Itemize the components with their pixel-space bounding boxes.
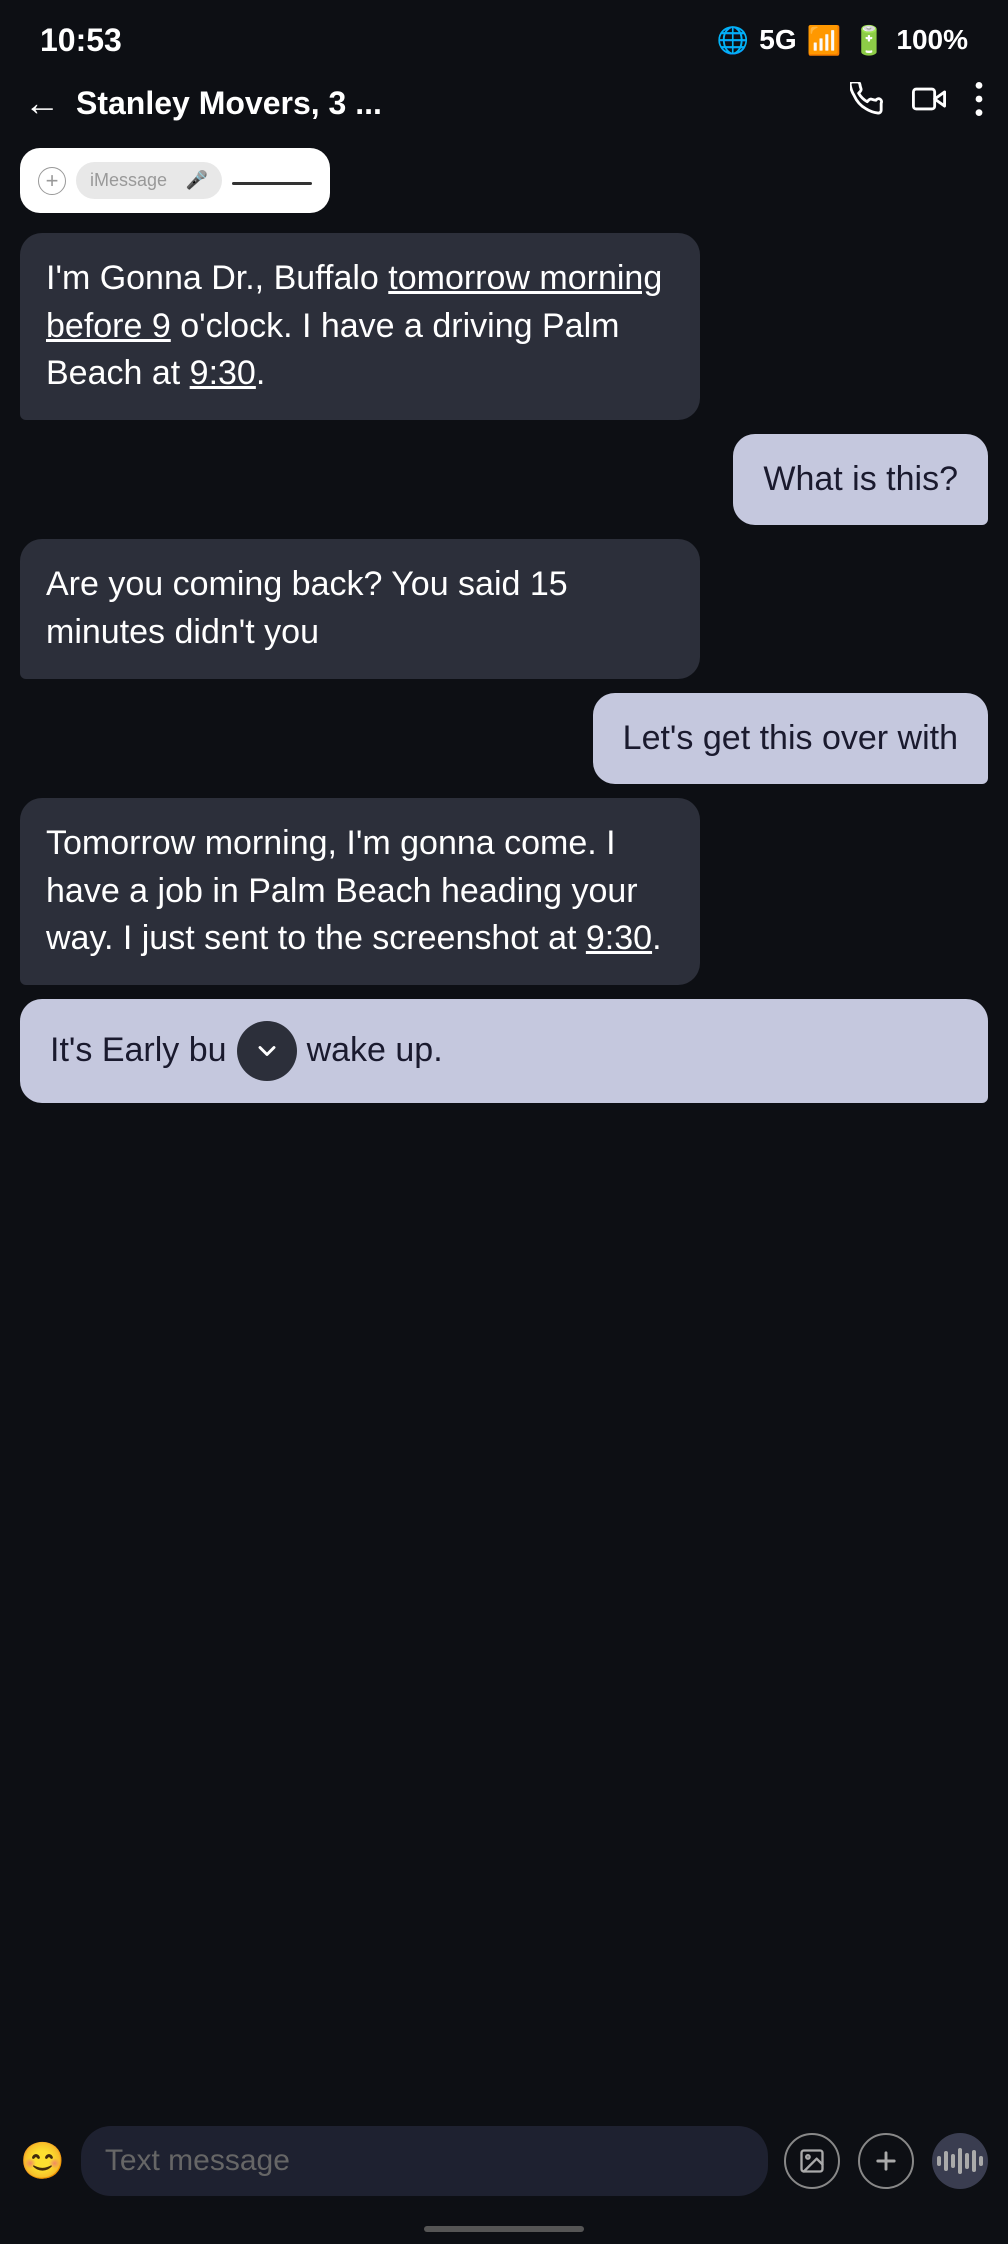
- status-time: 10:53: [40, 22, 122, 59]
- imessage-plus-icon[interactable]: +: [38, 167, 66, 195]
- messages-container: + iMessage 🎤 I'm Gonna Dr., Buffalo tomo…: [0, 138, 1008, 1263]
- text-input-placeholder: Text message: [105, 2144, 290, 2178]
- imessage-underline: [232, 182, 312, 185]
- text-input-field[interactable]: Text message: [81, 2126, 768, 2196]
- back-button[interactable]: ←: [24, 82, 60, 124]
- imessage-input-overlay: + iMessage 🎤: [20, 148, 330, 213]
- message-received-3: Tomorrow morning, I'm gonna come. I have…: [20, 798, 700, 985]
- voice-button[interactable]: [932, 2133, 988, 2189]
- imessage-mic-icon[interactable]: 🎤: [186, 170, 208, 191]
- scroll-down-button[interactable]: [237, 1021, 297, 1081]
- chat-title: Stanley Movers, 3 ...: [76, 85, 834, 122]
- battery-icon: 🔋: [852, 24, 887, 57]
- imessage-placeholder: iMessage: [90, 170, 167, 191]
- network-label: 5G: [759, 24, 796, 56]
- home-indicator: [424, 2226, 584, 2232]
- add-button[interactable]: [858, 2133, 914, 2189]
- battery-label: 100%: [896, 24, 968, 56]
- video-icon[interactable]: [912, 82, 946, 124]
- header-actions: [850, 82, 984, 124]
- emoji-button[interactable]: 😊: [20, 2140, 65, 2182]
- signal-icon: 📶: [807, 24, 842, 57]
- partial-text-before: It's Early bu: [50, 1027, 227, 1075]
- input-action-buttons: [784, 2133, 988, 2189]
- status-right: 🌐 5G 📶 🔋 100%: [717, 24, 968, 57]
- message-sent-partial: It's Early bu wake up.: [20, 999, 988, 1103]
- message-sent-2: Let's get this over with: [593, 693, 988, 785]
- status-bar: 10:53 🌐 5G 📶 🔋 100%: [0, 0, 1008, 72]
- image-attach-button[interactable]: [784, 2133, 840, 2189]
- network-icon: 🌐: [717, 25, 749, 56]
- input-bar: 😊 Text message: [0, 2110, 1008, 2244]
- more-options-icon[interactable]: [974, 82, 984, 124]
- message-received-2: Are you coming back? You said 15 minutes…: [20, 539, 700, 678]
- message-received-1: I'm Gonna Dr., Buffalo tomorrow morning …: [20, 233, 700, 420]
- partial-text-after: wake up.: [307, 1027, 443, 1075]
- chat-header: ← Stanley Movers, 3 ...: [0, 72, 1008, 138]
- phone-icon[interactable]: [850, 82, 884, 124]
- message-sent-1: What is this?: [733, 434, 988, 526]
